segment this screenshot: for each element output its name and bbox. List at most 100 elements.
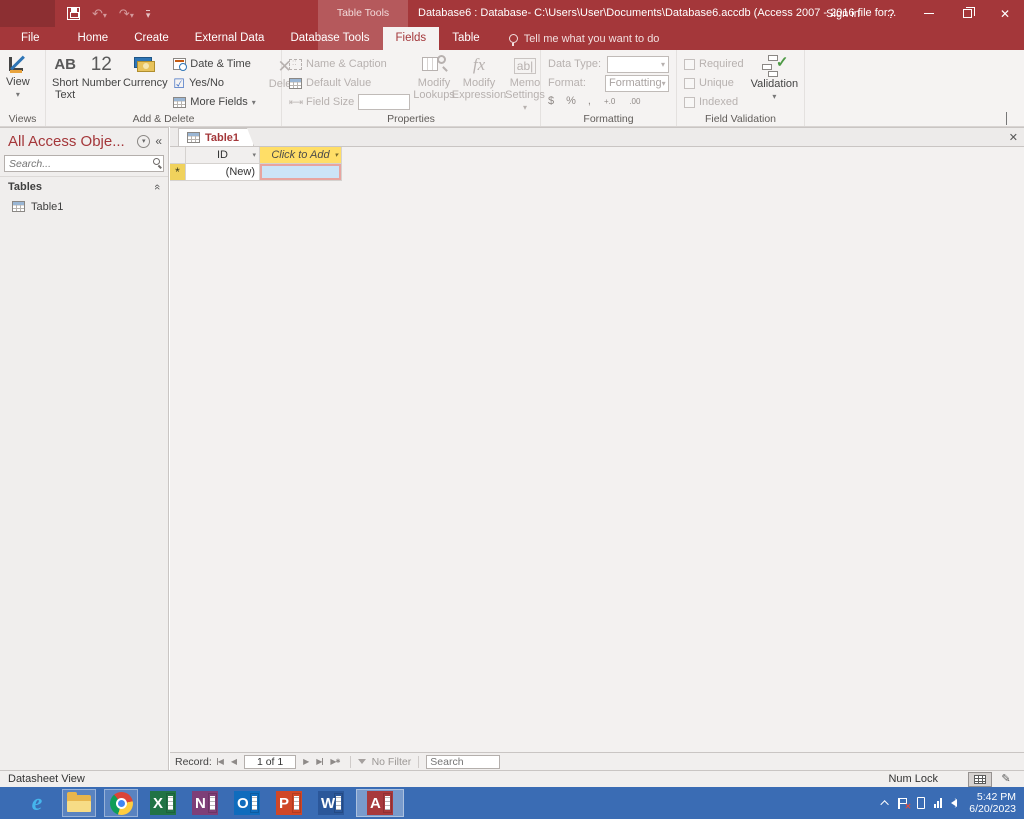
select-all-corner-cell[interactable] [170, 147, 186, 164]
taskbar-word[interactable]: W [314, 789, 348, 817]
taskbar: e X N O P W A ✕ 5:42 PM [0, 787, 1024, 819]
navigation-pane: All Access Obje... ▾ « Tables « Table1 [0, 127, 169, 770]
nav-item-table1[interactable]: Table1 [0, 197, 168, 216]
customize-qat-icon[interactable]: ▾ [146, 10, 151, 19]
validation-icon: ✓ [762, 55, 786, 77]
new-record-selector[interactable]: * [170, 164, 186, 181]
view-status-label: Datasheet View [8, 773, 888, 785]
short-text-label: Short Text [52, 77, 78, 101]
section-collapse-icon[interactable]: « [151, 184, 163, 190]
taskbar-access-active[interactable]: A [356, 789, 404, 817]
modify-lookups-icon [422, 55, 446, 75]
powerpoint-icon: P [276, 791, 302, 815]
close-document-button[interactable]: ✕ [1009, 128, 1018, 147]
taskbar-onenote[interactable]: N [188, 789, 222, 817]
format-caret-icon: ▾ [662, 79, 666, 88]
modify-expression-button[interactable]: fx Modify Expression [455, 53, 503, 111]
title-bar: ↶▾ ↷▾ ▾ Table Tools Database6 : Database… [0, 0, 1024, 50]
indexed-checkbox-row[interactable]: Indexed [684, 93, 744, 111]
yes-no-button[interactable]: ☑ Yes/No [173, 74, 255, 92]
next-record-button[interactable]: ▶ [301, 757, 311, 766]
apply-percent-button[interactable]: % [566, 95, 576, 107]
tab-file[interactable]: File [8, 27, 53, 50]
minimize-icon [924, 13, 934, 14]
required-checkbox-row[interactable]: Required [684, 55, 744, 73]
tab-create[interactable]: Create [121, 27, 182, 50]
tray-expand-icon[interactable] [881, 800, 889, 808]
apply-comma-button[interactable]: , [588, 95, 591, 107]
nav-pane-menu-icon[interactable]: ▾ [137, 135, 150, 148]
default-value-button[interactable]: Default Value [289, 74, 409, 92]
date-time-button[interactable]: Date & Time [173, 55, 255, 73]
record-search-input[interactable] [426, 755, 500, 769]
tab-home[interactable]: Home [65, 27, 122, 50]
tab-table[interactable]: Table [439, 27, 493, 50]
more-fields-button[interactable]: More Fields ▾ [173, 93, 255, 111]
taskbar-file-explorer[interactable] [62, 789, 96, 817]
no-filter-button[interactable]: No Filter [372, 756, 412, 768]
nav-section-tables[interactable]: Tables « [0, 176, 168, 197]
unique-checkbox-row[interactable]: Unique [684, 74, 744, 92]
data-type-combo[interactable]: ▾ [607, 56, 669, 73]
clock-date: 6/20/2023 [969, 803, 1016, 815]
shutter-bar-close-icon[interactable]: « [155, 134, 162, 148]
speaker-icon[interactable] [951, 799, 957, 807]
redo-button[interactable]: ↷▾ [119, 7, 134, 21]
design-view-button[interactable]: ✎ [994, 772, 1018, 787]
network-icon[interactable] [934, 798, 942, 808]
first-record-button[interactable]: ◀ [215, 757, 226, 766]
column-header-id[interactable]: ID ▾ [186, 147, 260, 164]
taskbar-clock[interactable]: 5:42 PM 6/20/2023 [969, 791, 1016, 815]
record-position-box[interactable]: 1 of 1 [244, 755, 296, 769]
number-button[interactable]: 12 Number [81, 53, 121, 111]
tell-me-box[interactable]: Tell me what you want to do [509, 27, 660, 50]
taskbar-powerpoint[interactable]: P [272, 789, 306, 817]
undo-button[interactable]: ↶▾ [92, 7, 107, 21]
previous-record-button[interactable]: ◀ [229, 757, 239, 766]
name-caption-button[interactable]: Name & Caption [289, 55, 409, 73]
tab-database-tools[interactable]: Database Tools [277, 27, 382, 50]
new-record-button[interactable]: ▶✱ [328, 757, 342, 766]
taskbar-chrome[interactable] [104, 789, 138, 817]
decrease-decimals-icon[interactable]: .00 [628, 96, 641, 107]
apply-currency-button[interactable]: $ [548, 95, 554, 107]
restore-icon [963, 9, 972, 18]
taskbar-outlook[interactable]: O [230, 789, 264, 817]
increase-decimals-icon[interactable]: +.0 [603, 96, 616, 107]
format-combo[interactable]: Formatting ▾ [605, 75, 669, 92]
collapse-ribbon-button[interactable] [1006, 113, 1014, 121]
modify-lookups-button[interactable]: Modify Lookups [413, 53, 455, 111]
short-text-button[interactable]: AB Short Text [49, 53, 81, 111]
taskbar-internet-explorer[interactable]: e [20, 789, 54, 817]
id-cell-new[interactable]: (New) [186, 164, 260, 181]
tab-external-data[interactable]: External Data [182, 27, 278, 50]
id-header-dropdown-icon[interactable]: ▾ [252, 151, 256, 159]
sign-in-button[interactable]: Sign in [814, 0, 872, 27]
close-button[interactable]: ✕ [986, 0, 1024, 27]
taskbar-excel[interactable]: X [146, 789, 180, 817]
app-icon-corner[interactable] [0, 0, 55, 27]
validation-button[interactable]: ✓ Validation ▾ [748, 53, 802, 111]
field-size-input[interactable] [358, 94, 410, 110]
view-button[interactable]: View ▾ [3, 53, 33, 111]
click-to-add-cell-selected[interactable] [260, 164, 342, 181]
last-record-button[interactable]: ▶ [314, 757, 325, 766]
restore-button[interactable] [948, 0, 986, 27]
action-center-icon[interactable]: ✕ [898, 798, 908, 809]
previous-record-icon: ◀ [231, 757, 237, 766]
save-icon[interactable] [67, 7, 80, 20]
datasheet-view-button[interactable] [968, 772, 992, 787]
currency-button[interactable]: Currency [121, 53, 169, 111]
help-button[interactable]: ? [872, 0, 910, 27]
click-to-add-dropdown-icon[interactable]: ▾ [334, 151, 338, 159]
battery-icon[interactable] [917, 797, 925, 809]
tab-fields[interactable]: Fields [383, 27, 440, 50]
validation-label: Validation [751, 78, 799, 90]
format-value: Formatting [609, 77, 662, 89]
column-header-click-to-add[interactable]: Click to Add ▾ [260, 147, 342, 164]
minimize-button[interactable] [910, 0, 948, 27]
nav-search-input[interactable] [4, 155, 164, 172]
document-tab-table1[interactable]: Table1 [178, 128, 254, 146]
indexed-checkbox-icon [684, 97, 695, 108]
unique-label: Unique [699, 77, 734, 89]
